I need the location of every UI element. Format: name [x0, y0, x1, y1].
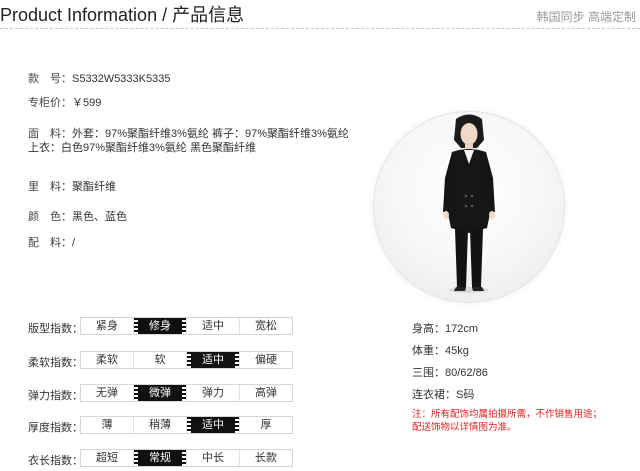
- softness-option-3-selected: 适中: [187, 352, 240, 368]
- page-title: Product Information / 产品信息: [0, 5, 245, 25]
- model-weight: 体重：45kg: [412, 345, 469, 357]
- lining-label: 里 料：: [28, 181, 72, 193]
- softness-index-label: 柔软指数：: [28, 357, 83, 369]
- price-value: ￥599: [72, 97, 102, 109]
- price: 专柜价：￥599: [28, 96, 101, 110]
- length-index-label: 衣长指数：: [28, 455, 83, 467]
- elasticity-index-scale: 无弹 微弹 弹力 高弹: [80, 384, 293, 402]
- length-option-3: 中长: [187, 450, 240, 466]
- elasticity-option-1: 无弹: [81, 385, 134, 401]
- model-figure-icon: [443, 114, 495, 293]
- fabric-line-1: 外套：97%聚酯纤维3%氨纶 裤子：97%聚酯纤维3%氨纶: [72, 128, 349, 140]
- fit-option-4: 宽松: [255, 320, 277, 332]
- model-height: 身高：172cm: [412, 323, 479, 335]
- fit-option-2-selected: 修身: [134, 318, 187, 334]
- thickness-option-2: 稍薄: [134, 417, 187, 433]
- model-measurements: 三围：80/62/86: [412, 367, 488, 379]
- length-option-4: 长款: [255, 452, 277, 464]
- thickness-index-label: 厚度指数：: [28, 422, 83, 434]
- softness-option-2: 软: [134, 352, 187, 368]
- accessory-note-line-2: 配送饰物以详情图为准。: [412, 422, 517, 433]
- accessories-label: 配 料：: [28, 237, 72, 249]
- thickness-option-4: 厚: [260, 419, 272, 431]
- length-option-1: 超短: [81, 450, 134, 466]
- style-number: 款 号：S5332W5333K5335: [28, 72, 170, 86]
- accessories: 配 料：/: [28, 236, 75, 250]
- accessory-note: 注：所有配饰均属拍摄所需，不作销售用途； 配送饰物以详情图为准。: [412, 408, 602, 434]
- elasticity-option-4: 高弹: [255, 387, 277, 399]
- model-size: 连衣裙：S码: [412, 389, 475, 401]
- thickness-option-3-selected: 适中: [187, 417, 240, 433]
- fabric-label: 面 料：: [28, 128, 72, 140]
- style-number-label: 款 号：: [28, 73, 72, 85]
- page-subtitle: 韩国同步 高端定制: [536, 10, 636, 24]
- thickness-index-scale: 薄 稍薄 适中 厚: [80, 416, 293, 434]
- fabric-line-2: 上衣：白色97%聚酯纤维3%氨纶 黑色聚酯纤维: [28, 142, 256, 154]
- color-value: 黑色、蓝色: [72, 211, 127, 223]
- lining: 里 料：聚酯纤维: [28, 180, 116, 194]
- fit-index-label: 版型指数：: [28, 323, 83, 335]
- header: Product Information / 产品信息 韩国同步 高端定制: [0, 0, 640, 30]
- elasticity-option-2-selected: 微弹: [134, 385, 187, 401]
- length-option-2-selected: 常规: [134, 450, 187, 466]
- fit-option-3: 适中: [187, 318, 240, 334]
- softness-option-4: 偏硬: [255, 354, 277, 366]
- length-index-scale: 超短 常规 中长 长款: [80, 449, 293, 467]
- elasticity-index-label: 弹力指数：: [28, 390, 83, 402]
- fabric: 面 料：外套：97%聚酯纤维3%氨纶 裤子：97%聚酯纤维3%氨纶 上衣：白色9…: [28, 127, 349, 155]
- color-label: 颜 色：: [28, 211, 72, 223]
- price-label: 专柜价：: [28, 97, 72, 109]
- thickness-option-1: 薄: [81, 417, 134, 433]
- header-divider: [0, 28, 640, 29]
- fit-index-scale: 紧身 修身 适中 宽松: [80, 317, 293, 335]
- color: 颜 色：黑色、蓝色: [28, 210, 127, 224]
- accessories-value: /: [72, 237, 76, 249]
- model-photo: [374, 112, 564, 302]
- softness-index-scale: 柔软 软 适中 偏硬: [80, 351, 293, 369]
- softness-option-1: 柔软: [81, 352, 134, 368]
- elasticity-option-3: 弹力: [187, 385, 240, 401]
- style-number-value: S5332W5333K5335: [72, 73, 171, 85]
- accessory-note-line-1: 注：所有配饰均属拍摄所需，不作销售用途；: [412, 409, 603, 420]
- fit-option-1: 紧身: [81, 318, 134, 334]
- lining-value: 聚酯纤维: [72, 181, 116, 193]
